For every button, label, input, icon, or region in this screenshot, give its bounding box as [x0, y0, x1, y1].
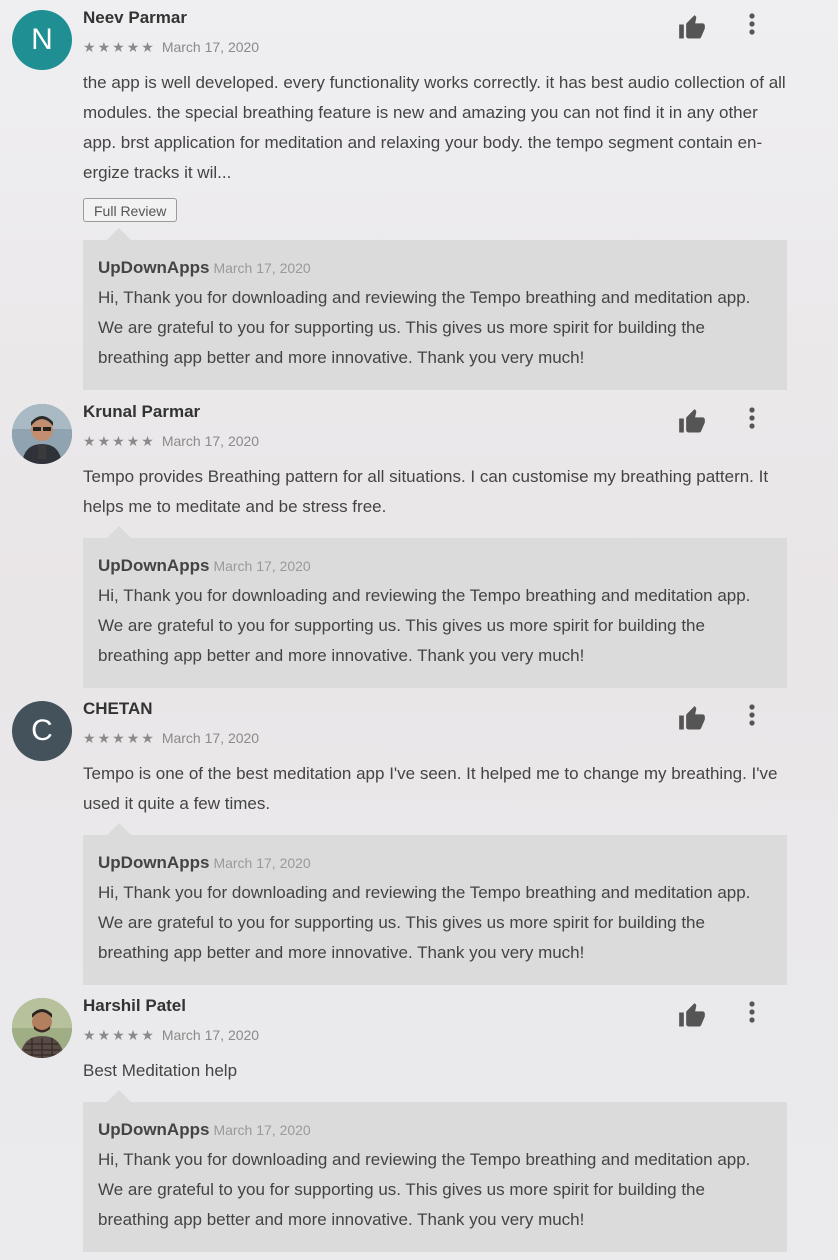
- star-icon: ★: [97, 730, 111, 746]
- developer-name: UpDownApps: [98, 1120, 210, 1139]
- reply-pointer: [107, 228, 131, 240]
- star-icon: ★: [141, 433, 154, 449]
- review-date: March 17, 2020: [161, 1027, 260, 1043]
- review-text: Best Meditation help: [83, 1061, 238, 1080]
- reply-header: UpDownApps March 17, 2020: [98, 556, 772, 580]
- reply-text: Hi, Thank you for downloading and review…: [98, 1150, 751, 1229]
- reply-text: Hi, Thank you for downloading and review…: [98, 883, 751, 962]
- star-icon: ★: [97, 433, 111, 449]
- reply-text: Hi, Thank you for downloading and review…: [98, 586, 751, 665]
- review-text: Tempo is one of the best meditation app …: [83, 764, 778, 813]
- star-icon: ★: [83, 39, 96, 55]
- thumbs-up-icon[interactable]: [676, 14, 708, 44]
- star-icon: ★: [112, 1027, 125, 1043]
- more-vert-icon[interactable]: [742, 998, 762, 1028]
- rating-row: ★ ★ ★ ★ ★ March 17, 2020: [83, 1027, 259, 1043]
- reviewer-name: CHETAN: [83, 699, 153, 718]
- developer-name: UpDownApps: [98, 853, 210, 872]
- reply-header: UpDownApps March 17, 2020: [98, 853, 772, 877]
- developer-reply: UpDownApps March 17, 2020 Hi, Thank you …: [83, 823, 787, 985]
- review-text: the app is well developed. every functio…: [83, 73, 786, 182]
- reviewer-name: Neev Parmar: [83, 8, 187, 27]
- reply-date: March 17, 2020: [213, 558, 311, 574]
- rating-row: ★ ★ ★ ★ ★ March 17, 2020: [83, 730, 259, 746]
- star-icon: ★: [97, 1027, 111, 1043]
- star-icon: ★: [126, 1027, 140, 1043]
- star-rating: ★ ★ ★ ★ ★: [83, 1027, 154, 1043]
- developer-name: UpDownApps: [98, 258, 210, 277]
- developer-reply: UpDownApps March 17, 2020 Hi, Thank you …: [83, 228, 787, 390]
- avatar[interactable]: [12, 404, 72, 464]
- thumbs-up-icon[interactable]: [676, 1002, 708, 1032]
- avatar-letter: N: [31, 23, 53, 56]
- developer-reply: UpDownApps March 17, 2020 Hi, Thank you …: [83, 1090, 787, 1252]
- star-icon: ★: [141, 730, 154, 746]
- more-vert-icon[interactable]: [742, 404, 762, 434]
- reply-text: Hi, Thank you for downloading and review…: [98, 288, 751, 367]
- avatar-photo: [12, 998, 72, 1058]
- developer-name: UpDownApps: [98, 556, 210, 575]
- star-icon: ★: [83, 1027, 96, 1043]
- review-date: March 17, 2020: [161, 730, 260, 746]
- star-icon: ★: [141, 1027, 154, 1043]
- avatar-letter: C: [31, 714, 53, 747]
- rating-row: ★ ★ ★ ★ ★ March 17, 2020: [83, 433, 259, 449]
- full-review-button[interactable]: Full Review: [83, 198, 178, 222]
- star-icon: ★: [141, 39, 154, 55]
- review-text: Tempo provides Breathing pattern for all…: [83, 467, 769, 516]
- star-rating: ★ ★ ★ ★ ★: [83, 39, 154, 55]
- star-rating: ★ ★ ★ ★ ★: [83, 433, 154, 449]
- reply-pointer: [107, 526, 131, 538]
- thumbs-up-icon[interactable]: [676, 408, 708, 438]
- star-icon: ★: [97, 39, 111, 55]
- reply-header: UpDownApps March 17, 2020: [98, 258, 772, 282]
- reply-date: March 17, 2020: [213, 260, 311, 276]
- avatar[interactable]: C: [12, 701, 72, 761]
- review-date: March 17, 2020: [161, 433, 260, 449]
- review-date: March 17, 2020: [161, 39, 260, 55]
- reply-pointer: [107, 1090, 131, 1102]
- avatar[interactable]: [12, 998, 72, 1058]
- star-rating: ★ ★ ★ ★ ★: [83, 730, 154, 746]
- more-vert-icon[interactable]: [742, 701, 762, 731]
- reply-date: March 17, 2020: [213, 855, 311, 871]
- star-icon: ★: [126, 730, 140, 746]
- developer-reply: UpDownApps March 17, 2020 Hi, Thank you …: [83, 526, 787, 688]
- star-icon: ★: [83, 433, 96, 449]
- reply-header: UpDownApps March 17, 2020: [98, 1120, 772, 1144]
- more-vert-icon[interactable]: [742, 10, 762, 40]
- star-icon: ★: [83, 730, 96, 746]
- avatar[interactable]: N: [12, 10, 72, 70]
- thumbs-up-icon[interactable]: [676, 705, 708, 735]
- reply-pointer: [107, 823, 131, 835]
- reviewer-name: Krunal Parmar: [83, 402, 201, 421]
- avatar-photo: [12, 404, 72, 464]
- star-icon: ★: [112, 730, 125, 746]
- star-icon: ★: [126, 39, 140, 55]
- reply-date: March 17, 2020: [213, 1122, 311, 1138]
- star-icon: ★: [112, 433, 125, 449]
- rating-row: ★ ★ ★ ★ ★ March 17, 2020: [83, 39, 259, 55]
- reviewer-name: Harshil Patel: [83, 996, 186, 1015]
- star-icon: ★: [112, 39, 125, 55]
- star-icon: ★: [126, 433, 140, 449]
